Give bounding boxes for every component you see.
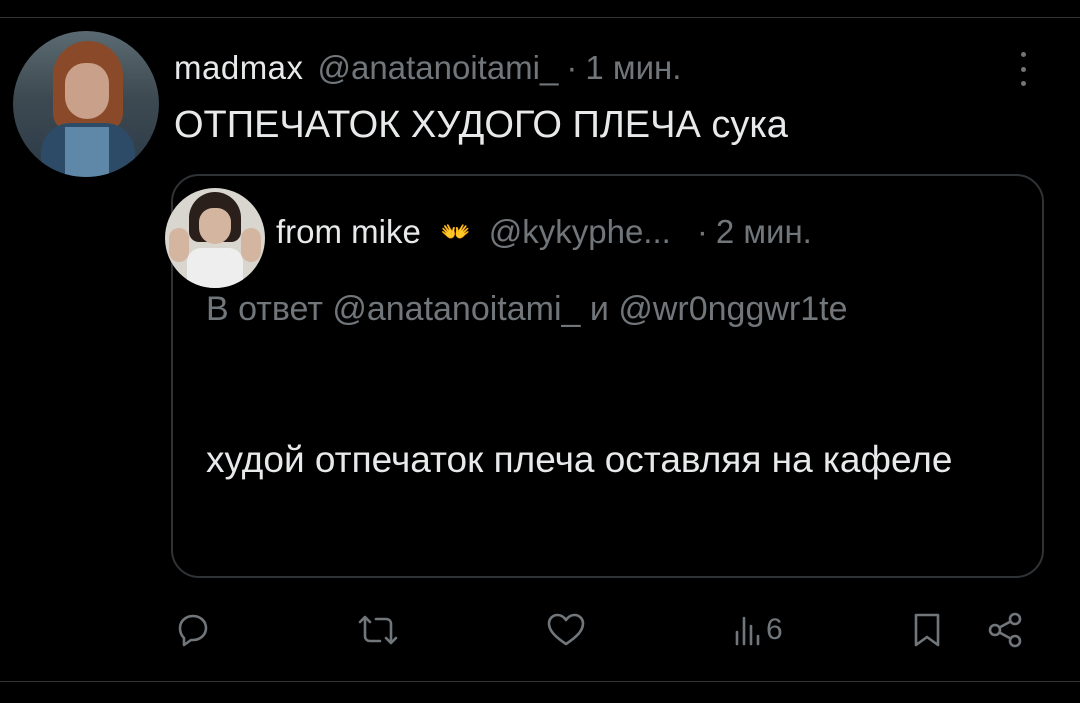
share-button[interactable] <box>986 610 1024 650</box>
quote-separator-dot: · <box>696 213 708 250</box>
views-button[interactable]: 6 <box>734 610 783 650</box>
quote-author-name: from mike <box>276 213 421 250</box>
quote-text: худой отпечаток плеча оставляя на кафеле <box>206 439 953 480</box>
bookmark-button[interactable] <box>912 610 942 650</box>
like-button[interactable] <box>546 610 586 650</box>
open-hands-emoji-icon: 👐 <box>440 218 471 246</box>
author-name[interactable]: madmax <box>174 49 304 87</box>
retweet-button[interactable] <box>356 610 400 650</box>
author-handle[interactable]: @anatanoitami_ <box>318 49 559 87</box>
quote-time: 2 мин. <box>715 213 812 250</box>
heart-icon <box>547 613 585 646</box>
views-icon <box>735 616 760 646</box>
quote-author-avatar[interactable] <box>165 188 265 288</box>
views-count: 6 <box>766 613 783 646</box>
tweet-text: ОТПЕЧАТОК ХУДОГО ПЛЕЧА сука <box>174 104 788 146</box>
quote-header: from mike 👐 @kykyphe... · 2 мин. <box>276 212 812 252</box>
more-icon[interactable] <box>1018 52 1028 86</box>
bookmark-icon <box>914 613 940 647</box>
separator-dot: · <box>566 49 578 86</box>
reply-icon <box>178 614 208 647</box>
share-icon <box>988 612 1022 648</box>
tweet-time[interactable]: 1 мин. <box>585 49 681 87</box>
tweet-header: madmax @anatanoitami_ · 1 мин. <box>174 48 681 88</box>
reply-to-line: В ответ @anatanoitami_ и @wr0nggwr1te <box>206 290 848 328</box>
bottom-divider <box>0 681 1080 682</box>
quote-author-handle: @kykyphe... <box>488 213 671 250</box>
author-avatar[interactable] <box>13 31 159 177</box>
reply-button[interactable] <box>174 610 212 650</box>
retweet-icon <box>358 615 398 645</box>
top-divider <box>0 17 1080 18</box>
